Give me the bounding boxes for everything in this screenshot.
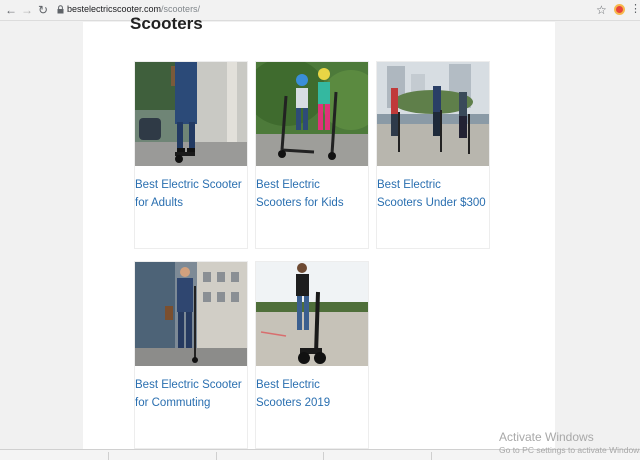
- forward-arrow-icon[interactable]: →: [20, 3, 34, 17]
- product-card[interactable]: Best Electric Scooter for Commuting: [134, 261, 248, 449]
- url-host: bestelectricscooter.com: [67, 4, 162, 14]
- card-title[interactable]: Best Electric Scooters for Kids: [256, 176, 368, 212]
- bookmark-star-icon[interactable]: ☆: [596, 3, 607, 17]
- url-path: /scooters/: [161, 4, 201, 14]
- card-image-commuting[interactable]: [135, 262, 247, 366]
- shelf-divider: [431, 452, 432, 460]
- shelf-divider: [323, 452, 324, 460]
- card-title[interactable]: Best Electric Scooter for Adults: [135, 176, 247, 212]
- watermark-line-2: Go to PC settings to activate Windows.: [499, 445, 640, 455]
- watermark-line-1: Activate Windows: [499, 430, 594, 444]
- extension-icon[interactable]: [614, 4, 625, 15]
- card-image-2019[interactable]: [256, 262, 368, 366]
- product-card[interactable]: Best Electric Scooters 2019: [255, 261, 369, 449]
- product-card[interactable]: Best Electric Scooter for Adults: [134, 61, 248, 249]
- card-title[interactable]: Best Electric Scooters 2019: [256, 376, 368, 412]
- card-title[interactable]: Best Electric Scooters Under $300: [377, 176, 489, 212]
- activate-windows-watermark: Activate Windows Go to PC settings to ac…: [499, 430, 640, 455]
- reload-icon[interactable]: ↻: [36, 3, 50, 17]
- page-title: Scooters: [130, 14, 203, 33]
- shelf-divider: [108, 452, 109, 460]
- product-card[interactable]: Best Electric Scooters for Kids: [255, 61, 369, 249]
- card-title[interactable]: Best Electric Scooter for Commuting: [135, 376, 247, 412]
- address-bar[interactable]: bestelectricscooter.com/scooters/: [67, 4, 200, 14]
- card-image-under-300[interactable]: [377, 62, 489, 166]
- shelf-divider: [216, 452, 217, 460]
- card-image-kids[interactable]: [256, 62, 368, 166]
- card-image-adults[interactable]: [135, 62, 247, 166]
- menu-dots-icon[interactable]: ⋮: [630, 2, 640, 16]
- lock-icon: [57, 5, 64, 14]
- browser-toolbar: ← → ↻ bestelectricscooter.com/scooters/ …: [0, 0, 640, 21]
- back-arrow-icon[interactable]: ←: [4, 3, 18, 17]
- product-card[interactable]: Best Electric Scooters Under $300: [376, 61, 490, 249]
